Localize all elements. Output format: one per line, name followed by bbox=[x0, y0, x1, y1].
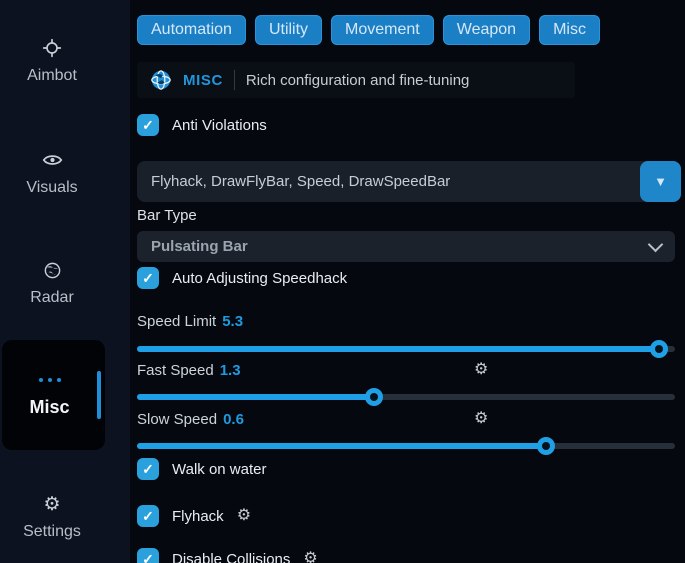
main-panel: Automation Utility Movement Weapon Misc … bbox=[130, 0, 685, 563]
slider-value: 5.3 bbox=[222, 313, 243, 330]
category-tabs: Automation Utility Movement Weapon Misc bbox=[137, 15, 600, 45]
sidebar-item-label: Misc bbox=[2, 397, 97, 418]
auto-adjusting-speedhack-checkbox[interactable]: ✓ bbox=[137, 267, 159, 289]
fast-speed-slider[interactable] bbox=[137, 388, 675, 406]
slow-speed-label: Slow Speed 0.6 ⚙ bbox=[137, 411, 675, 429]
checkbox-label: Disable Collisions bbox=[172, 551, 290, 563]
anti-violations-row: ✓ Anti Violations bbox=[137, 114, 267, 136]
sidebar-item-misc-active[interactable]: Misc bbox=[2, 340, 105, 450]
speed-limit-slider[interactable] bbox=[137, 340, 675, 358]
slider-label-text: Slow Speed bbox=[137, 411, 217, 428]
bar-type-value: Pulsating Bar bbox=[151, 238, 248, 255]
slider-fill bbox=[137, 346, 659, 352]
gear-icon[interactable]: ⚙ bbox=[474, 411, 488, 427]
slider-fill bbox=[137, 394, 374, 400]
section-title: MISC bbox=[183, 72, 223, 89]
ellipsis-icon bbox=[2, 378, 97, 382]
bar-flags-value: Flyhack, DrawFlyBar, Speed, DrawSpeedBar bbox=[137, 173, 640, 190]
gear-icon[interactable]: ⚙ bbox=[303, 551, 317, 563]
bar-flags-select[interactable]: Flyhack, DrawFlyBar, Speed, DrawSpeedBar… bbox=[137, 161, 681, 202]
speed-limit-label: Speed Limit 5.3 bbox=[137, 313, 243, 331]
globe-icon bbox=[0, 260, 104, 280]
header-divider bbox=[234, 70, 235, 90]
bar-type-select[interactable]: Pulsating Bar bbox=[137, 231, 675, 262]
check-icon: ✓ bbox=[142, 461, 154, 478]
auto-adjusting-speedhack-row: ✓ Auto Adjusting Speedhack bbox=[137, 267, 347, 289]
check-icon: ✓ bbox=[142, 270, 154, 287]
slider-label-text: Speed Limit bbox=[137, 313, 216, 330]
checkbox-label: Walk on water bbox=[172, 461, 266, 478]
triangle-down-icon: ▼ bbox=[654, 174, 667, 189]
slider-thumb[interactable] bbox=[537, 437, 555, 455]
tab-utility[interactable]: Utility bbox=[255, 15, 322, 45]
section-header: MISC Rich configuration and fine-tuning bbox=[137, 62, 575, 98]
cheat-menu-window: Aimbot Visuals Radar Mi bbox=[0, 0, 685, 563]
checkbox-label: Anti Violations bbox=[172, 117, 267, 134]
tab-automation[interactable]: Automation bbox=[137, 15, 246, 45]
gear-icon[interactable]: ⚙ bbox=[474, 362, 488, 378]
section-subtitle: Rich configuration and fine-tuning bbox=[246, 72, 469, 89]
slider-value: 1.3 bbox=[220, 362, 241, 379]
slider-fill bbox=[137, 443, 546, 449]
dropdown-button[interactable]: ▼ bbox=[640, 161, 681, 202]
slider-thumb[interactable] bbox=[650, 340, 668, 358]
tab-weapon[interactable]: Weapon bbox=[443, 15, 530, 45]
globe-icon bbox=[150, 69, 172, 91]
bar-type-label: Bar Type bbox=[137, 207, 197, 224]
disable-collisions-checkbox[interactable]: ✓ bbox=[137, 548, 159, 563]
sidebar-item-settings[interactable]: ⚙ Settings bbox=[0, 494, 104, 541]
walk-on-water-checkbox[interactable]: ✓ bbox=[137, 458, 159, 480]
fast-speed-label: Fast Speed 1.3 ⚙ bbox=[137, 362, 675, 380]
sidebar-item-radar[interactable]: Radar bbox=[0, 260, 104, 307]
sidebar-item-visuals[interactable]: Visuals bbox=[0, 150, 104, 197]
slider-value: 0.6 bbox=[223, 411, 244, 428]
flyhack-row: ✓ Flyhack ⚙ bbox=[137, 505, 251, 527]
crosshair-icon bbox=[0, 38, 104, 58]
checkbox-label: Auto Adjusting Speedhack bbox=[172, 270, 347, 287]
eye-icon bbox=[0, 150, 104, 170]
active-indicator-bar bbox=[97, 371, 101, 419]
sidebar-item-aimbot[interactable]: Aimbot bbox=[0, 38, 104, 85]
sidebar: Aimbot Visuals Radar Mi bbox=[0, 0, 130, 563]
checkbox-label: Flyhack bbox=[172, 508, 224, 525]
chevron-down-icon bbox=[648, 237, 664, 253]
check-icon: ✓ bbox=[142, 117, 154, 134]
gear-icon[interactable]: ⚙ bbox=[237, 508, 251, 524]
slider-thumb[interactable] bbox=[365, 388, 383, 406]
tab-misc[interactable]: Misc bbox=[539, 15, 600, 45]
check-icon: ✓ bbox=[142, 551, 154, 563]
slow-speed-slider[interactable] bbox=[137, 437, 675, 455]
walk-on-water-row: ✓ Walk on water bbox=[137, 458, 266, 480]
slider-label-text: Fast Speed bbox=[137, 362, 214, 379]
tab-movement[interactable]: Movement bbox=[331, 15, 434, 45]
anti-violations-checkbox[interactable]: ✓ bbox=[137, 114, 159, 136]
sidebar-item-label: Aimbot bbox=[0, 67, 104, 85]
sidebar-item-label: Visuals bbox=[0, 179, 104, 197]
sidebar-item-label: Settings bbox=[0, 523, 104, 541]
disable-collisions-row: ✓ Disable Collisions ⚙ bbox=[137, 548, 318, 563]
check-icon: ✓ bbox=[142, 508, 154, 525]
gear-icon: ⚙ bbox=[0, 494, 104, 514]
sidebar-item-label: Radar bbox=[0, 289, 104, 307]
flyhack-checkbox[interactable]: ✓ bbox=[137, 505, 159, 527]
